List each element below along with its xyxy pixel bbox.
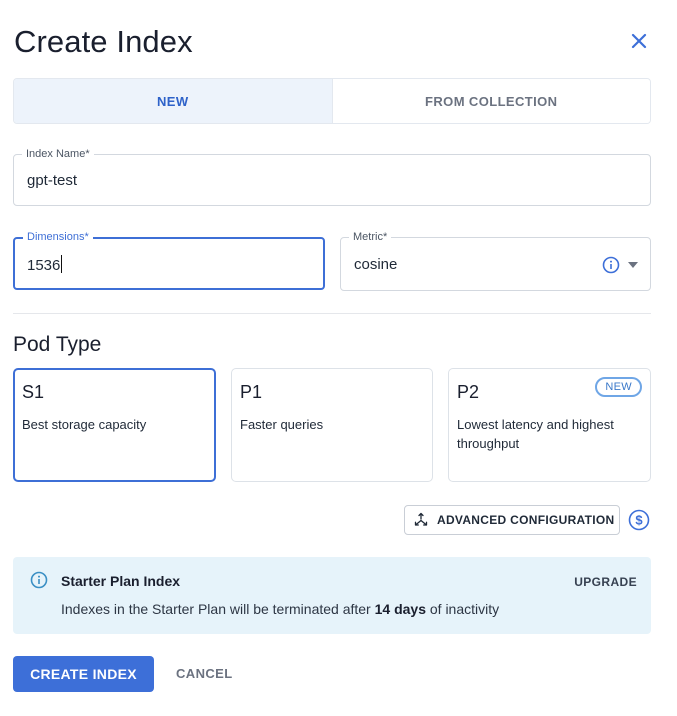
- dialog-title: Create Index: [14, 24, 193, 59]
- pod-name: S1: [22, 382, 45, 402]
- pod-description: Faster queries: [240, 417, 324, 432]
- index-name-field[interactable]: Index Name* gpt-test: [13, 148, 651, 206]
- upgrade-link[interactable]: UPGRADE: [574, 575, 637, 589]
- text-caret: [61, 255, 63, 273]
- close-icon[interactable]: [628, 30, 650, 52]
- pod-name: P2: [457, 382, 480, 402]
- new-badge: NEW: [595, 377, 642, 397]
- pod-option-s1[interactable]: S1 Best storage capacity: [13, 368, 216, 482]
- info-icon: [30, 571, 48, 589]
- pod-option-p2[interactable]: P2 NEW Lowest latency and highest throug…: [448, 368, 651, 482]
- cancel-button[interactable]: CANCEL: [176, 666, 233, 681]
- starter-plan-banner: Starter Plan Index Indexes in the Starte…: [13, 557, 651, 634]
- dimensions-field[interactable]: Dimensions* 1536: [13, 231, 325, 290]
- tab-new[interactable]: NEW: [14, 79, 333, 123]
- banner-message: Indexes in the Starter Plan will be term…: [61, 601, 500, 617]
- tab-from-collection[interactable]: FROM COLLECTION: [332, 79, 650, 123]
- pod-name: P1: [240, 382, 263, 402]
- pod-option-p1[interactable]: P1 Faster queries: [231, 368, 433, 482]
- banner-title: Starter Plan Index: [61, 573, 181, 589]
- index-name-label: Index Name*: [22, 148, 94, 160]
- index-name-value: gpt-test: [27, 172, 78, 189]
- index-source-tabs: NEW FROM COLLECTION: [13, 78, 651, 124]
- create-index-button[interactable]: CREATE INDEX: [13, 656, 154, 692]
- svg-text:$: $: [635, 513, 643, 528]
- expand-arrows-icon: [414, 512, 428, 526]
- advanced-configuration-label: ADVANCED CONFIGURATION: [437, 513, 615, 527]
- section-divider: [13, 313, 651, 314]
- dimensions-value: 1536: [27, 255, 63, 274]
- dimensions-label: Dimensions*: [23, 231, 93, 243]
- chevron-down-icon[interactable]: [628, 262, 638, 268]
- metric-select[interactable]: Metric* cosine: [340, 231, 651, 291]
- info-icon[interactable]: [602, 256, 620, 274]
- metric-label: Metric*: [349, 231, 392, 243]
- metric-value: cosine: [354, 256, 398, 273]
- pod-description: Best storage capacity: [22, 417, 147, 432]
- advanced-configuration-button[interactable]: ADVANCED CONFIGURATION: [404, 505, 620, 535]
- dollar-circle-icon[interactable]: $: [628, 509, 650, 531]
- pod-description: Lowest latency and highest throughput: [457, 417, 614, 451]
- pod-type-heading: Pod Type: [13, 333, 102, 356]
